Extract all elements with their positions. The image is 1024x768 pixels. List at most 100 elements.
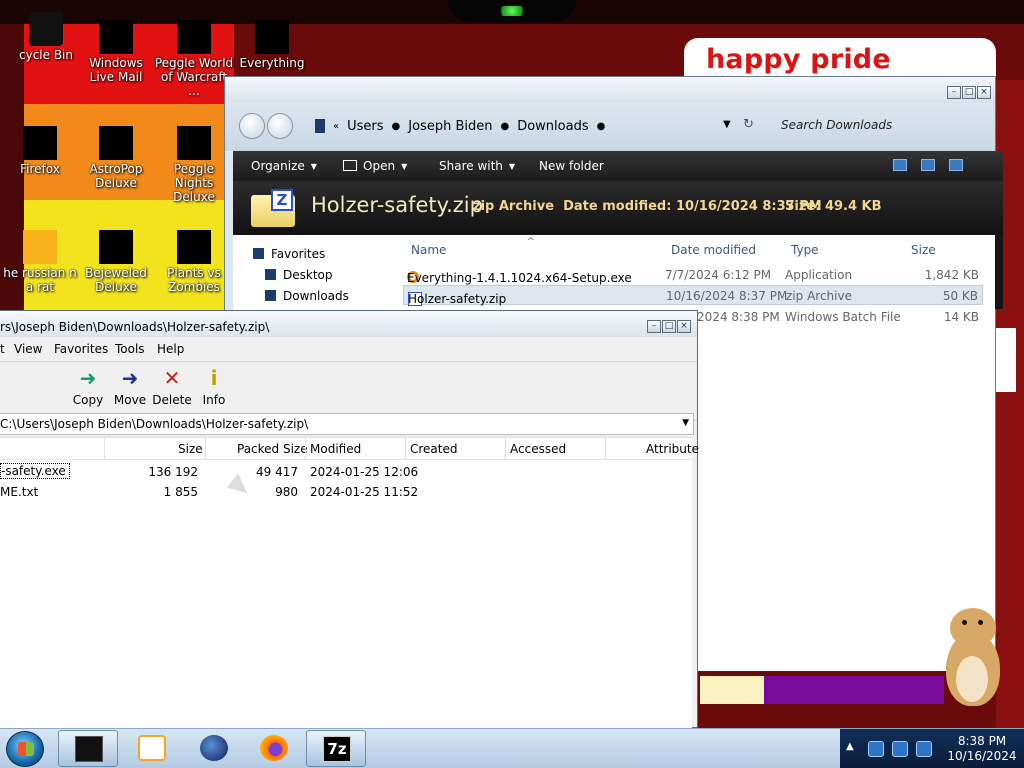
menu-favorites[interactable]: Favorites (54, 342, 108, 356)
minimize-button[interactable]: – (947, 86, 961, 99)
close-button[interactable]: × (677, 320, 691, 333)
breadcrumb-separator-icon[interactable]: ● (392, 121, 401, 132)
column-created[interactable]: Created (410, 442, 458, 456)
desktop-icon-peggle-wow[interactable]: Peggle World of Warcraft ... (154, 20, 234, 98)
move-arrow-icon: ➜ (121, 366, 139, 390)
column-separator[interactable] (605, 438, 606, 460)
info-button[interactable]: i Info (192, 366, 236, 407)
column-separator[interactable] (405, 438, 406, 460)
menu-edit[interactable]: t (0, 342, 5, 356)
network-icon[interactable] (892, 741, 908, 757)
search-input[interactable]: Search Downloads (773, 115, 993, 137)
archive-file-name: -safety.exe (0, 463, 70, 479)
column-accessed[interactable]: Accessed (510, 442, 566, 456)
breadcrumb-users[interactable]: Users (347, 119, 383, 134)
minimize-button[interactable]: – (647, 320, 661, 333)
nav-downloads[interactable]: Downloads (265, 289, 349, 303)
file-type: Application (785, 268, 853, 282)
address-dropdown-icon[interactable]: ▼ (682, 418, 689, 428)
organize-button[interactable]: Organize ▼ (251, 159, 317, 173)
column-separator[interactable] (505, 438, 506, 460)
desktop-icon-astropop[interactable]: AstroPop Deluxe (76, 126, 156, 190)
column-separator[interactable] (205, 438, 206, 460)
breadcrumb-separator-icon[interactable]: ● (500, 121, 509, 132)
desktop-icon-peggle-nights[interactable]: Peggle Nights Deluxe (154, 126, 234, 204)
explorer-title-bar[interactable]: – □ × (225, 77, 995, 103)
move-button[interactable]: ➜ Move (108, 366, 152, 407)
column-separator[interactable] (305, 438, 306, 460)
tray-icons (868, 741, 932, 757)
menu-help[interactable]: Help (157, 342, 184, 356)
file-row[interactable]: Everything-1.4.1.1024.x64-Setup.exe 7/7/… (403, 265, 983, 285)
copy-button[interactable]: ➜ Copy (66, 366, 110, 407)
hamster-eye (962, 620, 967, 625)
desktop-icon (265, 269, 276, 280)
column-size[interactable]: Size (911, 243, 936, 257)
taskbar-app-media-player[interactable] (122, 730, 182, 767)
peggle-nights-icon (177, 126, 211, 160)
column-date-modified[interactable]: Date modified (671, 243, 756, 257)
open-button[interactable]: Open ▼ (343, 159, 407, 173)
column-attributes[interactable]: Attribute (646, 442, 699, 456)
desktop-icon-bejeweled[interactable]: Bejeweled Deluxe (76, 230, 156, 294)
taskbar-app-terminal[interactable] (58, 730, 118, 767)
column-size[interactable]: Size (178, 442, 203, 456)
archive-file-packed-size: 980 (275, 485, 298, 499)
column-type[interactable]: Type (791, 243, 819, 257)
taskbar-app-7zip[interactable]: 7z (306, 730, 366, 767)
menu-tools[interactable]: Tools (115, 342, 145, 356)
help-icon[interactable] (949, 159, 963, 171)
volume-icon[interactable] (916, 741, 932, 757)
action-center-icon[interactable] (868, 741, 884, 757)
star-icon (253, 248, 264, 259)
sort-arrow-icon: ^ (527, 237, 535, 247)
maximize-button[interactable]: □ (662, 320, 676, 333)
nav-desktop[interactable]: Desktop (265, 268, 333, 282)
new-folder-button[interactable]: New folder (539, 159, 604, 173)
desktop-icon-everything[interactable]: Everything (232, 20, 312, 70)
hamster-desktop-pet[interactable] (940, 604, 1004, 708)
breadcrumb-downloads[interactable]: Downloads (517, 119, 588, 134)
details-panel: Z Holzer-safety.zip zip Archive Date mod… (233, 181, 1003, 235)
change-view-icon[interactable] (893, 159, 907, 171)
file-list-header: Name ^ Date modified Type Size (403, 237, 995, 261)
column-name[interactable]: Name (411, 243, 446, 257)
archive-row[interactable]: ME.txt 1 855 980 2024-01-25 11:52 (0, 482, 692, 502)
breadcrumb-separator-icon[interactable]: ● (597, 121, 606, 132)
column-separator[interactable] (104, 438, 105, 460)
taskbar-clock[interactable]: 8:38 PM 10/16/2024 (940, 734, 1024, 764)
back-button[interactable] (239, 113, 265, 139)
column-packed-size[interactable]: Packed Size (237, 442, 308, 456)
nav-favorites[interactable]: Favorites (253, 247, 325, 261)
desktop-icon-firefox[interactable]: Firefox (0, 126, 80, 176)
taskbar-app-firefox[interactable] (244, 730, 304, 767)
breadcrumb-overflow-icon[interactable]: « (333, 121, 339, 132)
7zip-file-list: Size Packed Size Modified Created Access… (0, 437, 699, 729)
column-modified[interactable]: Modified (310, 442, 361, 456)
7zip-address-text: C:\Users\Joseph Biden\Downloads\Holzer-s… (0, 417, 309, 431)
menu-view[interactable]: View (14, 342, 42, 356)
file-row-selected[interactable]: Holzer-safety.zip 10/16/2024 8:37 PM zip… (403, 285, 983, 306)
desktop-icon-windows-live-mail[interactable]: Windows Live Mail (76, 20, 156, 84)
start-button[interactable] (6, 731, 44, 767)
desktop-icon-plants-vs-zombies[interactable]: Plants vs Zombies (154, 230, 234, 294)
delete-x-icon: ✕ (163, 366, 181, 390)
refresh-icon[interactable]: ↻ (743, 117, 754, 132)
preview-pane-icon[interactable] (921, 159, 935, 171)
desktop-icon-russian-rat[interactable]: he russian n a rat (0, 230, 80, 294)
archive-row[interactable]: -safety.exe 136 192 49 417 2024-01-25 12… (0, 462, 692, 482)
show-hidden-icons-icon[interactable]: ▲ (846, 741, 854, 752)
archive-file-modified: 2024-01-25 12:06 (310, 465, 419, 479)
maximize-button[interactable]: □ (962, 86, 976, 99)
7zip-address-field[interactable]: C:\Users\Joseph Biden\Downloads\Holzer-s… (0, 413, 694, 435)
address-dropdown-icon[interactable]: ▼ (723, 119, 731, 130)
delete-button[interactable]: ✕ Delete (150, 366, 194, 407)
breadcrumb[interactable]: « Users ● Joseph Biden ● Downloads ● (315, 115, 605, 137)
close-button[interactable]: × (977, 86, 991, 99)
forward-button[interactable] (267, 113, 293, 139)
taskbar-app-browser[interactable] (184, 730, 244, 767)
7zip-title-bar[interactable]: rs\Joseph Biden\Downloads\Holzer-safety.… (0, 311, 697, 337)
desktop-icon-recycle-bin[interactable]: cycle Bin (6, 12, 86, 62)
breadcrumb-joseph-biden[interactable]: Joseph Biden (408, 119, 492, 134)
share-with-button[interactable]: Share with ▼ (439, 159, 515, 173)
